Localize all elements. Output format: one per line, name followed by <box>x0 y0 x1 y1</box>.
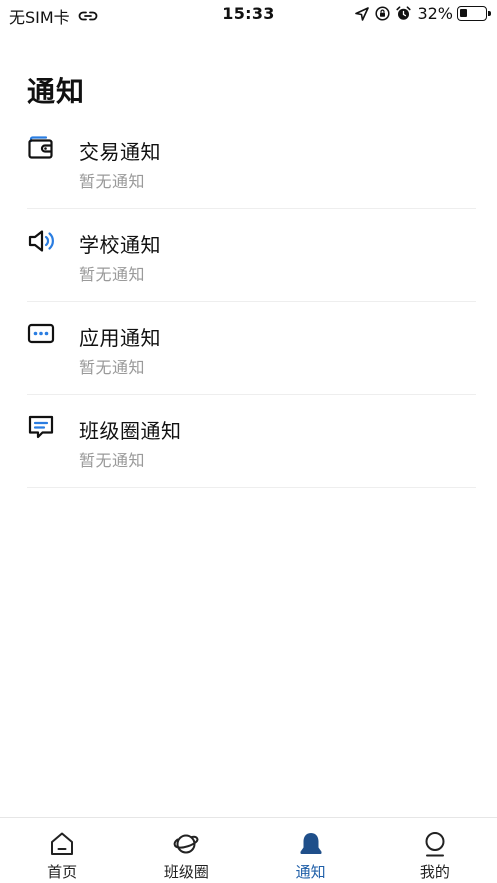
tab-label: 我的 <box>419 863 450 881</box>
notification-subtitle: 暂无通知 <box>79 358 146 377</box>
notification-title: 交易通知 <box>79 140 161 164</box>
battery-icon <box>457 6 491 21</box>
notification-title: 应用通知 <box>79 326 161 350</box>
tab-mine[interactable]: 我的 <box>373 818 497 883</box>
status-bar: 无SIM卡 15:33 32% <box>0 0 497 28</box>
notification-list: 交易通知 暂无通知 学校通知 暂无通知 应用通知 暂无通知 班级圈通知 暂无通知 <box>0 116 497 488</box>
planet-icon <box>174 834 199 854</box>
location-arrow-icon <box>355 6 370 21</box>
tab-label: 班级圈 <box>163 863 209 881</box>
battery-nub <box>488 11 491 16</box>
notification-subtitle: 暂无通知 <box>79 265 146 284</box>
notification-item-trade[interactable]: 交易通知 暂无通知 <box>27 116 476 209</box>
bell-icon <box>300 833 322 854</box>
speaker-icon <box>28 230 54 252</box>
home-icon <box>51 832 74 855</box>
tab-label: 通知 <box>295 863 326 881</box>
battery-percent: 32% <box>417 4 453 23</box>
notification-item-app[interactable]: 应用通知 暂无通知 <box>27 302 476 395</box>
notification-item-school[interactable]: 学校通知 暂无通知 <box>27 209 476 302</box>
tab-home[interactable]: 首页 <box>0 818 124 883</box>
dots-message-icon <box>27 323 55 344</box>
chat-lines-icon <box>28 415 54 439</box>
tab-bar: 首页 班级圈 通知 我的 <box>0 817 497 883</box>
notification-subtitle: 暂无通知 <box>79 172 146 191</box>
wallet-icon <box>28 136 53 159</box>
page-title: 通知 <box>27 75 86 108</box>
notifications-screen: 无SIM卡 15:33 32% 通知 交易通知 暂无通知 学校通知 暂无通知 应… <box>0 0 497 883</box>
person-icon <box>425 832 445 857</box>
status-right: 32% <box>355 4 491 23</box>
notification-item-class-circle[interactable]: 班级圈通知 暂无通知 <box>27 395 476 488</box>
notification-title: 学校通知 <box>79 233 161 257</box>
tab-class-circle[interactable]: 班级圈 <box>124 818 248 883</box>
notification-title: 班级圈通知 <box>79 419 182 443</box>
orientation-lock-icon <box>375 6 390 21</box>
notification-subtitle: 暂无通知 <box>79 451 146 470</box>
alarm-clock-icon <box>396 6 412 20</box>
tab-label: 首页 <box>47 863 78 881</box>
tab-notifications[interactable]: 通知 <box>249 818 373 883</box>
battery-fill <box>460 9 467 17</box>
